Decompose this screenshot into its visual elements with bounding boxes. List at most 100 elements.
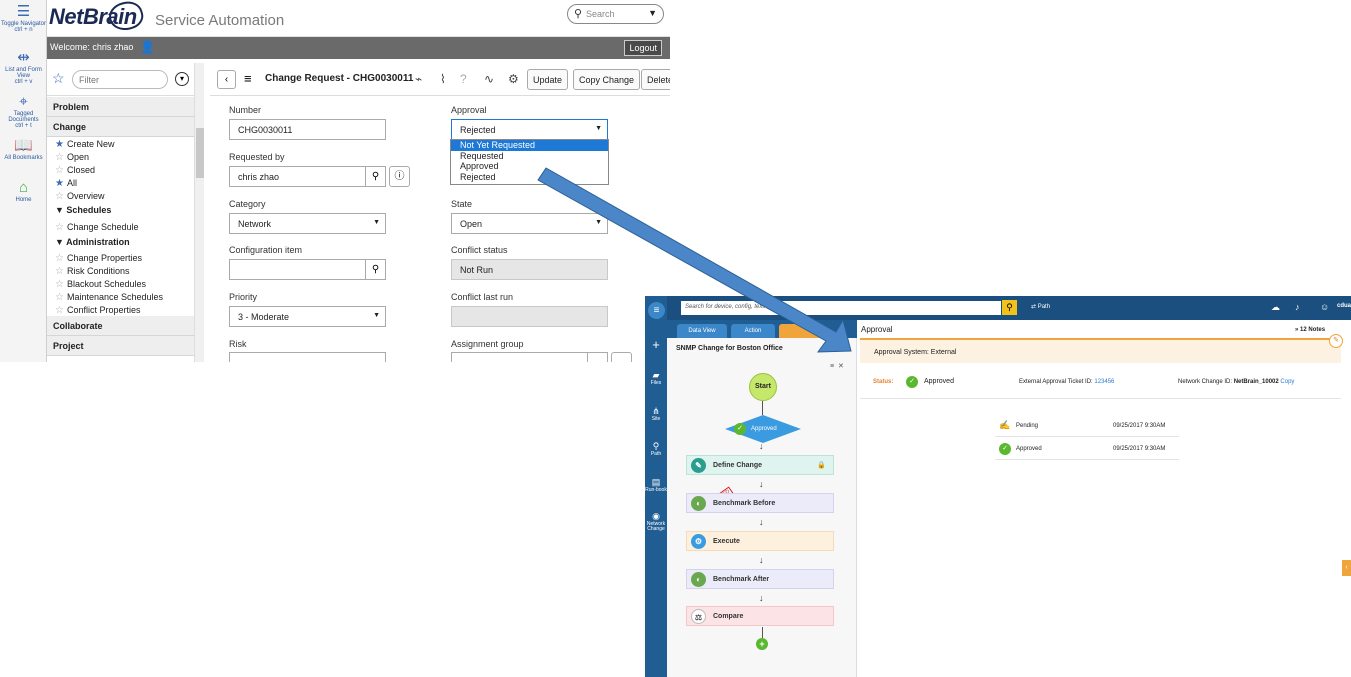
device-search-input[interactable]: Search for device, config, text... (681, 301, 1001, 315)
nav-item-all[interactable]: ★ All (55, 178, 77, 189)
attachment-icon[interactable]: ⌁ (415, 72, 422, 86)
star-icon[interactable]: ☆ (55, 165, 64, 176)
update-button[interactable]: Update (527, 69, 569, 90)
step-compare[interactable]: ⚖ Compare (686, 606, 834, 626)
lookup-button[interactable]: ⚲ (365, 166, 386, 187)
add-step-icon[interactable]: + (756, 638, 768, 650)
bell-icon[interactable]: ♪ (1295, 302, 1300, 312)
step-execute[interactable]: ⚙ Execute (686, 531, 834, 551)
state-select[interactable]: Open ▼ (451, 213, 608, 234)
paperclip-icon[interactable]: ⌇ (440, 72, 446, 86)
step-benchmark-after[interactable]: ◐ Benchmark After (686, 569, 834, 589)
number-field[interactable]: CHG0030011 (229, 119, 386, 140)
star-icon[interactable]: ☆ (55, 152, 64, 163)
requested-by-field[interactable]: chris zhao (229, 166, 366, 187)
star-icon[interactable]: ☆ (55, 279, 64, 290)
lookup-button[interactable] (587, 352, 608, 362)
nav-item-maintenance-schedules[interactable]: ☆ Maintenance Schedules (55, 292, 163, 303)
approval-option[interactable]: Rejected (451, 172, 608, 183)
approval-option[interactable]: Approved (451, 161, 608, 172)
notes-link[interactable]: » 12 Notes (1295, 327, 1325, 333)
note-icon[interactable]: ✎ (1329, 334, 1343, 348)
category-select[interactable]: Network ▼ (229, 213, 386, 234)
step-define-change[interactable]: ✎ Define Change 🔒 (686, 455, 834, 475)
star-icon[interactable]: ☆ (55, 292, 64, 303)
risk-select[interactable] (229, 352, 386, 362)
gear-icon[interactable]: ⚙ (508, 72, 519, 86)
star-icon[interactable]: ☆ (55, 266, 64, 277)
nav-subsection-schedules[interactable]: ▼ Schedules (55, 205, 111, 215)
copy-change-button[interactable]: Copy Change (573, 69, 641, 90)
nav-item-open[interactable]: ☆ Open (55, 152, 89, 163)
nav-item-create-new[interactable]: ★ Create New (55, 139, 115, 150)
nav-item-conflict-properties[interactable]: ☆ Conflict Properties (55, 305, 141, 316)
sidebar-item-path[interactable]: ⚲ Path (645, 441, 667, 457)
nav-section-collaborate[interactable]: Collaborate (47, 316, 194, 336)
step-benchmark-before[interactable]: ◐ Benchmark Before (686, 493, 834, 513)
sidebar-item-network-change[interactable]: ◉ Network Change (645, 511, 667, 532)
approval-select[interactable]: Rejected ▼ (451, 119, 608, 140)
priority-select[interactable]: 3 - Moderate ▼ (229, 306, 386, 327)
sidebar-item-site[interactable]: ⋔ Site (645, 406, 667, 422)
add-icon[interactable]: + (645, 338, 667, 351)
menu-icon[interactable]: ≡ (648, 302, 665, 319)
star-icon[interactable]: ☆ (55, 222, 64, 233)
delete-button[interactable]: Delete (641, 69, 670, 90)
cloud-icon[interactable]: ☁ (1271, 302, 1280, 313)
tab-action[interactable]: Action (731, 324, 775, 338)
sidebar-item-runbook[interactable]: ▤ Run-book (645, 477, 667, 493)
nav-item-overview[interactable]: ☆ Overview (55, 191, 104, 202)
star-icon[interactable]: ☆ (55, 305, 64, 316)
config-item-field[interactable] (229, 259, 366, 280)
approval-option[interactable]: Requested (451, 151, 608, 162)
lookup-button[interactable]: ⚲ (365, 259, 386, 280)
ticket-id-link[interactable]: 123456 (1094, 379, 1114, 385)
tab-network-change[interactable] (779, 324, 825, 338)
chevron-down-icon[interactable]: ▾ (175, 72, 189, 86)
back-button[interactable]: ‹ (217, 70, 236, 89)
user-icon[interactable]: ☺ (1320, 302, 1329, 312)
global-search[interactable]: ⚲ Search ▼ (567, 4, 664, 24)
nav-section-problem[interactable]: Problem (47, 97, 194, 117)
list-form-view-button[interactable]: ⇹ List and Form View ctrl + v (0, 50, 47, 86)
activity-icon[interactable]: ∿ (484, 72, 494, 86)
nav-item-change-properties[interactable]: ☆ Change Properties (55, 253, 142, 264)
nav-item-closed[interactable]: ☆ Closed (55, 165, 95, 176)
star-icon[interactable]: ★ (55, 178, 64, 189)
navigator-scrollbar[interactable] (194, 63, 204, 362)
star-icon[interactable]: ☆ (55, 253, 64, 264)
nav-item-blackout-schedules[interactable]: ☆ Blackout Schedules (55, 279, 146, 290)
scrollbar-thumb[interactable] (196, 128, 204, 178)
home-button[interactable]: ⌂ Home (0, 180, 47, 204)
workflow-start-node[interactable]: Start (749, 373, 777, 401)
expand-panel-tab[interactable]: ‹ (1342, 560, 1351, 576)
star-icon[interactable]: ☆ (55, 191, 64, 202)
tab-data-view[interactable]: Data View (677, 324, 727, 338)
path-button[interactable]: ⇄ Path (1031, 303, 1050, 310)
assignment-group-field[interactable] (451, 352, 588, 362)
nav-item-change-schedule[interactable]: ☆ Change Schedule (55, 222, 139, 233)
info-button[interactable]: ⓘ (389, 166, 410, 187)
nav-subsection-administration[interactable]: ▼ Administration (55, 237, 130, 247)
all-bookmarks-button[interactable]: 📖 All Bookmarks (0, 138, 47, 162)
nav-section-project[interactable]: Project (47, 336, 194, 356)
star-icon[interactable]: ☆ (52, 70, 65, 87)
nav-section-change[interactable]: Change (47, 117, 194, 137)
info-button[interactable] (611, 352, 632, 362)
tagged-documents-button[interactable]: ⌖ Tagged Documents ctrl + t (0, 94, 47, 130)
hamburger-icon[interactable]: ≡ (244, 71, 252, 86)
copy-link[interactable]: Copy (1280, 379, 1294, 385)
nav-item-risk-conditions[interactable]: ☆ Risk Conditions (55, 266, 130, 277)
toggle-navigator-button[interactable]: ☰ Toggle Navigator ctrl + n (0, 4, 47, 34)
close-icon[interactable]: ✕ (838, 363, 844, 370)
sidebar-item-files[interactable]: ▰ Files (645, 370, 667, 386)
star-icon[interactable]: ★ (55, 139, 64, 150)
approval-option[interactable]: Not Yet Requested (451, 140, 608, 151)
collapse-icon[interactable]: « (845, 343, 850, 353)
search-button[interactable]: ⚲ (1002, 300, 1017, 315)
menu-icon[interactable]: ≡ (830, 363, 834, 370)
user-icon[interactable]: 👤 (140, 40, 155, 54)
help-icon[interactable]: ? (460, 72, 467, 86)
filter-input[interactable] (72, 70, 168, 89)
logout-button[interactable]: Logout (624, 40, 662, 56)
